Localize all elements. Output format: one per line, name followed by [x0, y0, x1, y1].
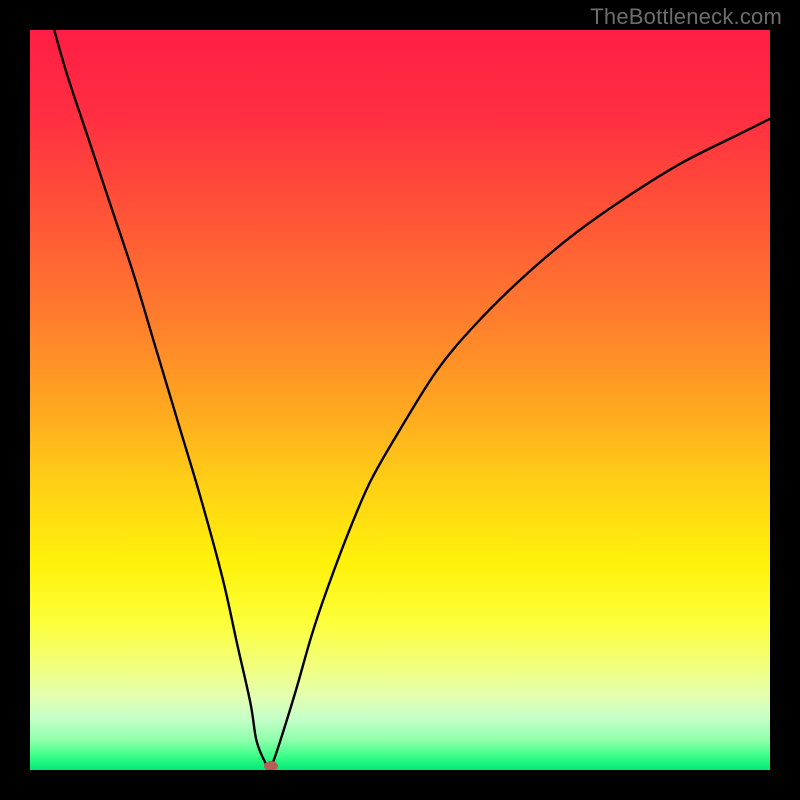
plot-area: [30, 30, 770, 770]
minimum-marker: [264, 761, 278, 770]
chart-frame: TheBottleneck.com: [0, 0, 800, 800]
bottleneck-curve: [30, 30, 770, 770]
watermark-text: TheBottleneck.com: [590, 4, 782, 30]
